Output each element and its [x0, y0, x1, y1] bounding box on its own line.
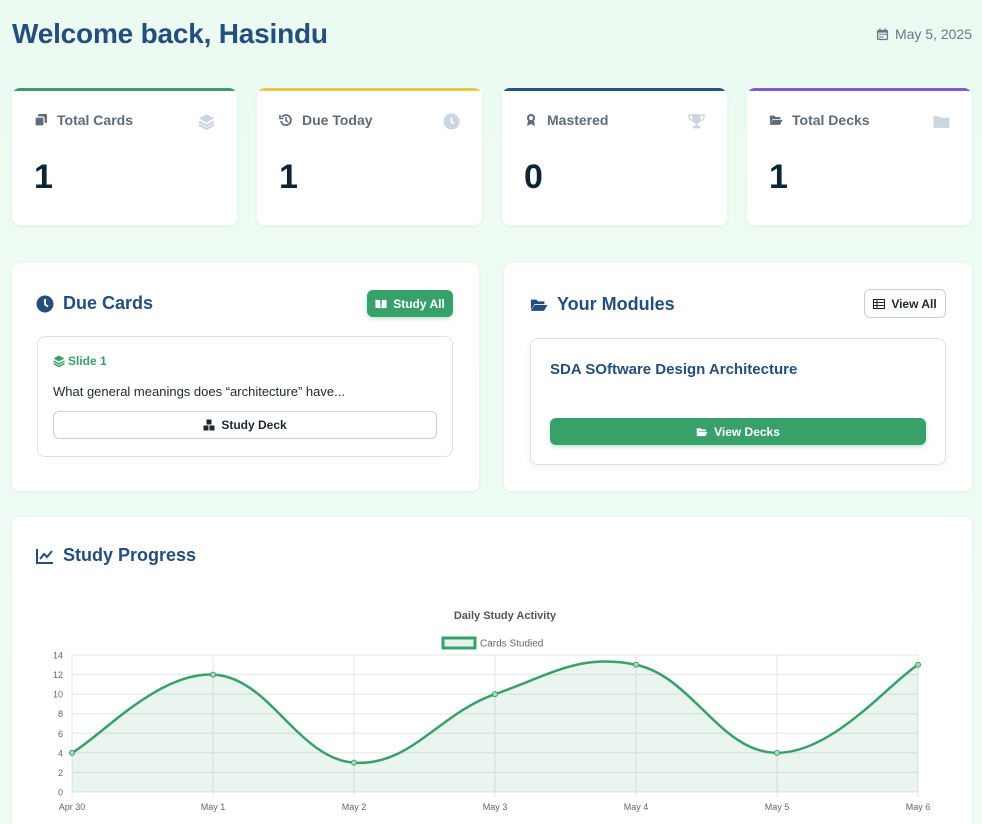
y-tick-label: 4: [58, 748, 63, 758]
module-name: SDA SOftware Design Architecture: [550, 361, 798, 378]
legend-label: Cards Studied: [480, 639, 543, 650]
data-point: [633, 661, 639, 668]
x-tick-label: May 4: [624, 802, 649, 812]
x-tick-label: May 2: [342, 802, 367, 812]
y-tick-label: 8: [58, 709, 63, 719]
stat-value: 0: [524, 158, 543, 196]
date-display: May 5, 2025: [876, 26, 972, 42]
data-point: [492, 691, 498, 698]
folder-open-icon: [769, 115, 783, 125]
x-tick-label: Apr 30: [59, 802, 86, 812]
chart-title: Daily Study Activity: [454, 610, 557, 622]
calendar-icon: [876, 27, 889, 40]
deck-name: Slide 1: [68, 354, 107, 368]
table-icon: [873, 298, 886, 309]
page-title: Welcome back, Hasindu: [12, 18, 328, 49]
clock-icon: [443, 113, 460, 130]
stat-value: 1: [279, 158, 298, 196]
y-tick-label: 14: [53, 651, 63, 661]
stat-accent-bar: [502, 88, 727, 91]
layers-icon: [53, 355, 65, 367]
study-progress-panel: Study Progress Daily Study Activity Cards…: [12, 517, 972, 824]
y-tick-label: 6: [58, 729, 63, 739]
data-point: [351, 759, 357, 766]
stat-accent-bar: [747, 88, 972, 91]
trophy-icon: [688, 114, 705, 129]
module-card[interactable]: SDA SOftware Design Architecture View De…: [530, 338, 946, 465]
card-question: What general meanings does “architecture…: [53, 384, 345, 399]
y-tick-label: 12: [53, 670, 63, 680]
stat-accent-bar: [257, 88, 482, 91]
stat-card-due-today: Due Today 1: [257, 88, 482, 225]
legend-swatch: [441, 636, 477, 650]
y-tick-label: 10: [53, 690, 63, 700]
history-icon: [279, 114, 292, 126]
panel-title: Due Cards: [63, 293, 154, 313]
stat-card-total-decks: Total Decks 1: [747, 88, 972, 225]
data-point: [210, 671, 216, 678]
x-tick-label: May 6: [906, 802, 931, 812]
data-point: [69, 749, 75, 756]
modules-panel: Your Modules View All SDA SOftware Desig…: [504, 263, 972, 491]
study-all-button[interactable]: Study All: [367, 290, 453, 317]
panel-title: Your Modules: [557, 294, 675, 314]
stats-row: Total Cards 1 Due Today 1 Mastered 0 Tot…: [12, 88, 972, 225]
clock-icon: [36, 295, 54, 312]
stat-label: Total Cards: [57, 112, 133, 128]
view-decks-button[interactable]: View Decks: [550, 418, 926, 445]
folder-icon: [933, 116, 950, 128]
data-point: [774, 749, 780, 756]
view-all-button[interactable]: View All: [864, 289, 946, 318]
due-cards-panel: Due Cards Study All Slide 1 What general…: [12, 263, 479, 491]
study-activity-chart: Daily Study Activity Cards Studied 0 2 4 6 8 10…: [53, 610, 931, 812]
layers-icon: [198, 114, 215, 130]
date-text: May 5, 2025: [894, 26, 972, 42]
book-open-icon: [375, 299, 387, 308]
stat-card-total-cards: Total Cards 1: [12, 88, 237, 225]
x-tick-label: May 3: [483, 802, 508, 812]
x-tick-label: May 1: [201, 802, 226, 812]
stat-card-mastered: Mastered 0: [502, 88, 727, 225]
due-card-item: Slide 1 What general meanings does “arch…: [37, 336, 453, 457]
award-icon: [527, 114, 535, 126]
stat-label: Mastered: [547, 112, 609, 128]
header: Welcome back, Hasindu May 5, 2025: [12, 14, 972, 54]
folder-open-icon: [696, 427, 708, 436]
study-deck-button[interactable]: Study Deck: [53, 411, 437, 439]
cubes-icon: [203, 419, 215, 431]
stat-accent-bar: [12, 88, 237, 91]
stat-label: Due Today: [302, 112, 373, 128]
y-tick-label: 0: [58, 788, 63, 798]
folder-open-icon: [530, 299, 548, 311]
stat-label: Total Decks: [792, 112, 870, 128]
copy-icon: [34, 114, 47, 127]
data-point: [915, 661, 921, 668]
stat-value: 1: [34, 158, 53, 196]
x-tick-label: May 5: [765, 802, 790, 812]
stat-value: 1: [769, 158, 788, 196]
y-tick-label: 2: [58, 768, 63, 778]
